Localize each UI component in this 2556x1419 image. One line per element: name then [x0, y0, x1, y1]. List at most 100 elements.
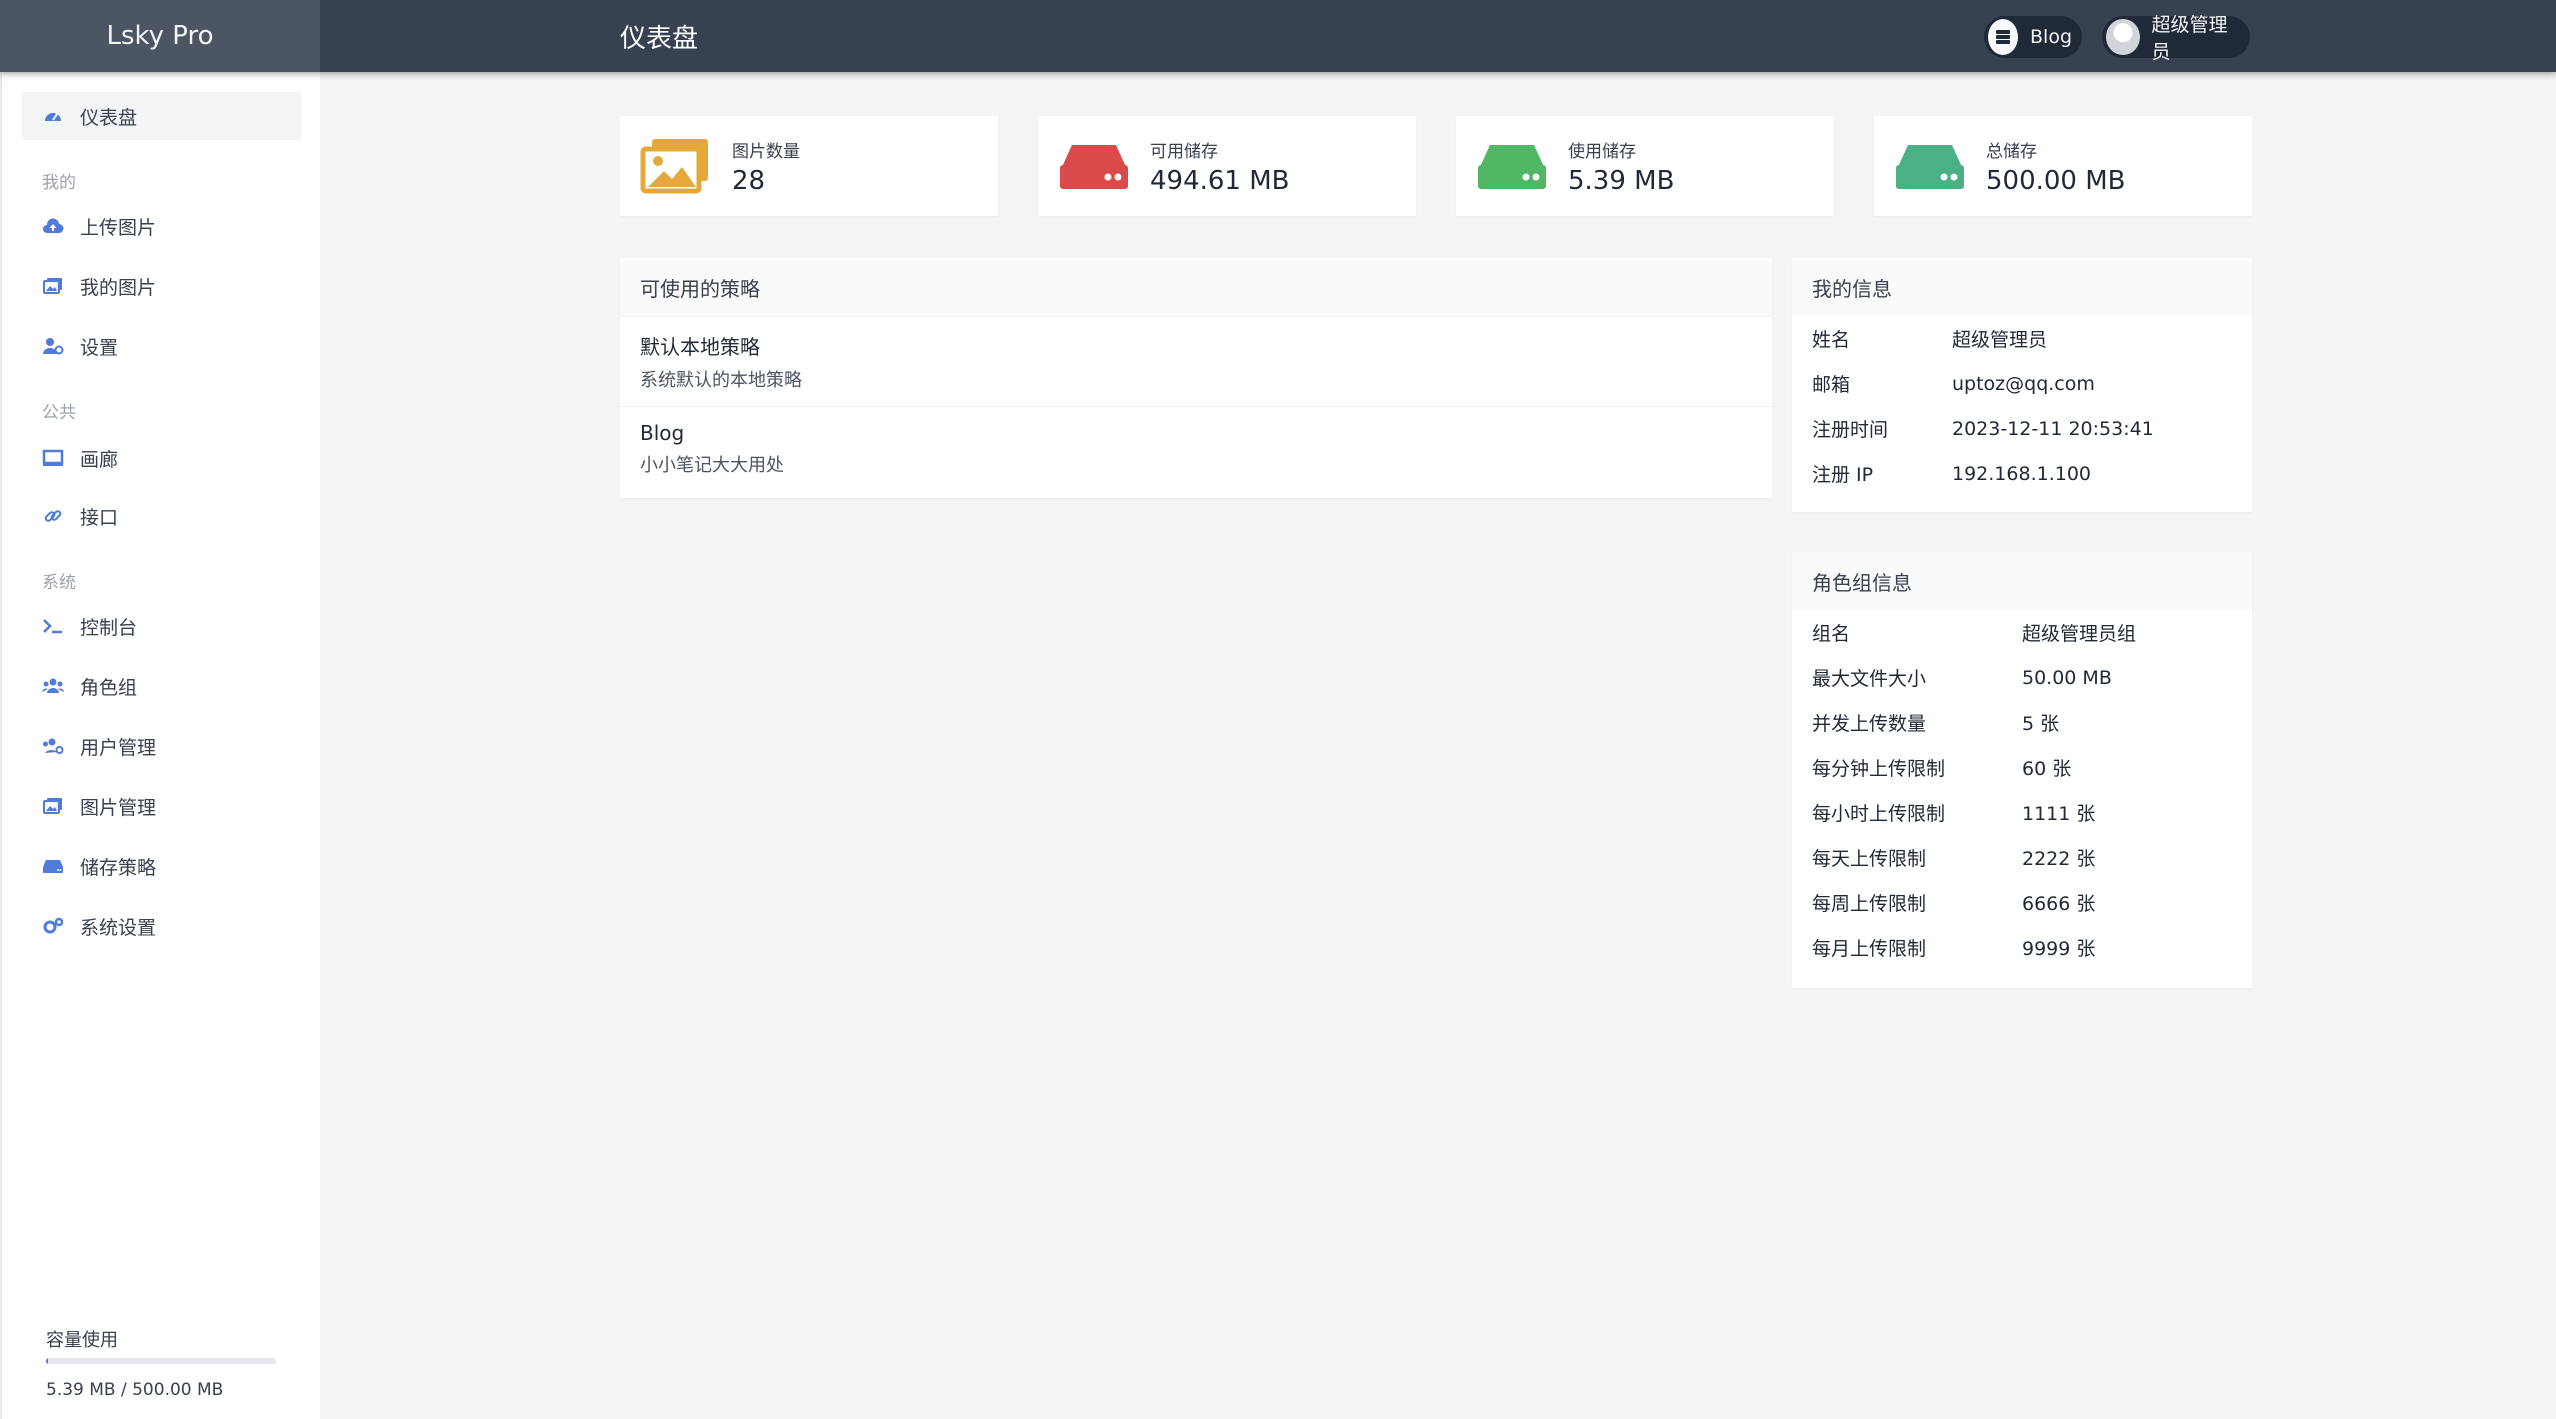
strategy-item[interactable]: Blog 小小笔记大大用处 [620, 406, 1772, 491]
hdd-icon [1476, 137, 1548, 195]
sidebar-item-label: 控制台 [80, 616, 138, 639]
sidebar-item-label: 储存策略 [80, 856, 157, 879]
cogs-icon [42, 915, 64, 937]
hdd-icon [1894, 137, 1966, 195]
sidebar-item-label: 上传图片 [80, 216, 157, 239]
sidebar-item-settings[interactable]: 设置 [22, 322, 302, 370]
my-info-title: 我的信息 [1792, 258, 2252, 316]
link-icon [42, 505, 64, 527]
info-key: 最大文件大小 [1812, 668, 1927, 690]
strategies-title: 可使用的策略 [620, 258, 1772, 316]
info-key: 每小时上传限制 [1812, 803, 1946, 825]
sidebar-item-storage[interactable]: 储存策略 [22, 842, 302, 890]
sidebar-item-label: 图片管理 [80, 796, 157, 819]
sidebar-item-label: 角色组 [80, 676, 138, 699]
sidebar-item-gallery[interactable]: 画廊 [22, 434, 302, 482]
server-icon [1988, 19, 2018, 55]
stat-label: 图片数量 [732, 141, 800, 162]
info-key: 每周上传限制 [1812, 893, 1927, 915]
stat-card-used-storage: 使用储存 5.39 MB [1456, 116, 1834, 216]
sidebar-item-my-images[interactable]: 我的图片 [22, 262, 302, 310]
info-row: 每周上传限制 6666 张 [1792, 880, 2252, 925]
gauge-icon [42, 105, 64, 127]
sidebar-item-users[interactable]: 用户管理 [22, 722, 302, 770]
usage-progress-fill [46, 1358, 49, 1364]
page-title: 仪表盘 [620, 23, 699, 54]
hdd-icon [1058, 137, 1130, 195]
user-cog-icon [42, 335, 64, 357]
blog-button[interactable]: Blog [1984, 16, 2082, 58]
user-menu[interactable]: 超级管理员 [2102, 14, 2250, 63]
my-info-card: 我的信息 姓名 超级管理员 邮箱 uptoz@qq.com 注册时间 2023-… [1792, 258, 2252, 512]
user-name: 超级管理员 [2151, 14, 2228, 63]
images-icon [640, 137, 712, 195]
users-icon [42, 675, 64, 697]
info-key: 每天上传限制 [1812, 848, 1927, 870]
sidebar-item-label: 用户管理 [80, 736, 157, 759]
info-row: 姓名 超级管理员 [1792, 316, 2252, 361]
info-key: 并发上传数量 [1812, 713, 1927, 735]
stat-label: 可用储存 [1150, 141, 1218, 162]
section-label-public: 公共 [42, 403, 76, 423]
avatar [2106, 19, 2140, 55]
blog-label: Blog [2030, 26, 2072, 48]
sidebar-item-roles[interactable]: 角色组 [22, 662, 302, 710]
info-row: 每月上传限制 9999 张 [1792, 925, 2252, 970]
stat-card-available-storage: 可用储存 494.61 MB [1038, 116, 1416, 216]
info-row: 邮箱 uptoz@qq.com [1792, 361, 2252, 406]
stat-value: 494.61 MB [1150, 165, 1290, 196]
stat-card-image-count: 图片数量 28 [620, 116, 998, 216]
info-row: 最大文件大小 50.00 MB [1792, 655, 2252, 700]
strategy-name: Blog [640, 421, 685, 445]
sidebar-item-console[interactable]: 控制台 [22, 602, 302, 650]
sidebar-item-api[interactable]: 接口 [22, 492, 302, 540]
info-row: 每小时上传限制 1111 张 [1792, 790, 2252, 835]
top-bar: Lsky Pro 仪表盘 Blog 超级管理员 [0, 0, 2556, 72]
sidebar-item-label: 仪表盘 [80, 106, 138, 129]
stat-value: 28 [732, 165, 766, 196]
stat-label: 总储存 [1986, 141, 2037, 162]
sidebar-item-label: 设置 [80, 336, 119, 359]
strategies-card: 可使用的策略 默认本地策略 系统默认的本地策略 Blog 小小笔记大大用处 [620, 258, 1772, 498]
sidebar: 仪表盘 我的 上传图片 我的图片 设置 公共 画廊 接口 系统 控制台 角色组 … [0, 72, 320, 1419]
sidebar-item-label: 接口 [80, 506, 119, 529]
info-value: 2023-12-11 20:53:41 [1952, 417, 2154, 440]
images-icon [42, 275, 64, 297]
stat-value: 500.00 MB [1986, 165, 2126, 196]
brand-logo[interactable]: Lsky Pro [0, 0, 320, 72]
chalkboard-icon [42, 447, 64, 469]
section-label-system: 系统 [42, 573, 76, 593]
usage-progress-bar [46, 1358, 276, 1364]
images-icon [42, 795, 64, 817]
info-key: 注册时间 [1812, 419, 1889, 441]
strategy-description: 系统默认的本地策略 [640, 370, 802, 391]
sidebar-item-label: 我的图片 [80, 276, 157, 299]
stat-value: 5.39 MB [1568, 165, 1675, 196]
section-label-mine: 我的 [42, 173, 76, 193]
usage-label: 容量使用 [46, 1330, 118, 1351]
info-value: 60 张 [2022, 758, 2072, 780]
stat-card-total-storage: 总储存 500.00 MB [1874, 116, 2252, 216]
info-key: 注册 IP [1812, 464, 1874, 486]
stat-label: 使用储存 [1568, 141, 1636, 162]
users-cog-icon [42, 735, 64, 757]
usage-text: 5.39 MB / 500.00 MB [46, 1380, 224, 1400]
sidebar-item-system-settings[interactable]: 系统设置 [22, 902, 302, 950]
info-key: 每分钟上传限制 [1812, 758, 1946, 780]
info-value: 5 张 [2022, 713, 2060, 735]
role-info-title: 角色组信息 [1792, 552, 2252, 610]
info-value: 6666 张 [2022, 893, 2096, 915]
info-row: 注册时间 2023-12-11 20:53:41 [1792, 406, 2252, 451]
strategy-name: 默认本地策略 [640, 335, 760, 359]
sidebar-item-image-management[interactable]: 图片管理 [22, 782, 302, 830]
info-row: 注册 IP 192.168.1.100 [1792, 451, 2252, 496]
sidebar-item-dashboard[interactable]: 仪表盘 [22, 92, 302, 140]
strategy-description: 小小笔记大大用处 [640, 455, 784, 476]
info-value: uptoz@qq.com [1952, 372, 2095, 395]
sidebar-item-upload[interactable]: 上传图片 [22, 202, 302, 250]
info-row: 组名 超级管理员组 [1792, 610, 2252, 655]
cloud-upload-icon [42, 215, 64, 237]
sidebar-item-label: 系统设置 [80, 916, 157, 939]
info-key: 组名 [1812, 623, 1851, 645]
strategy-item[interactable]: 默认本地策略 系统默认的本地策略 [620, 316, 1772, 406]
